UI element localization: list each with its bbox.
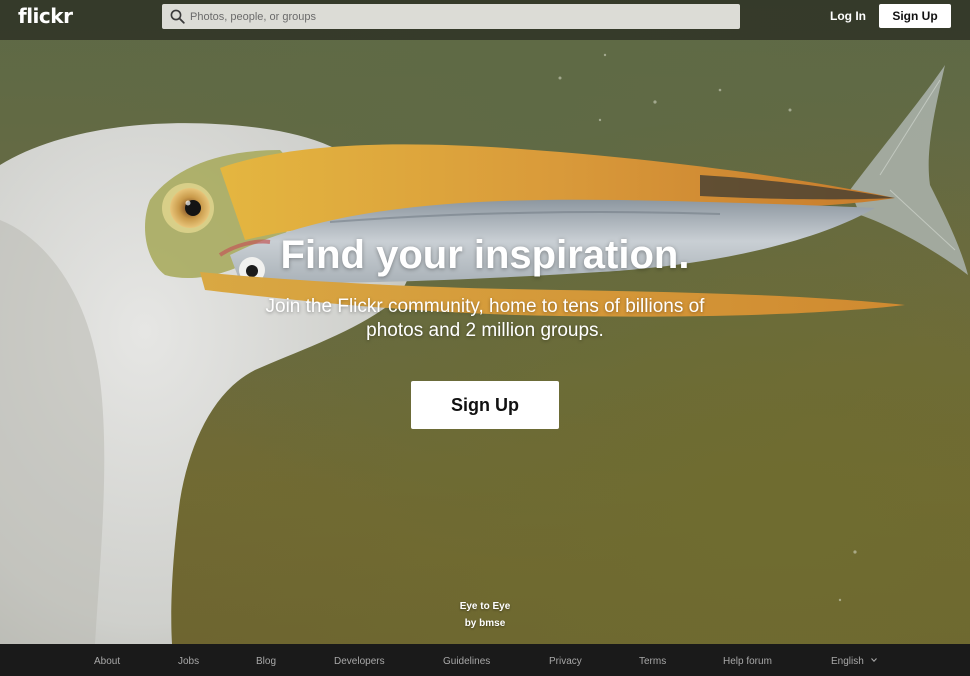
footer-link-terms[interactable]: Terms <box>639 656 666 668</box>
language-label: English <box>831 656 864 667</box>
flickr-landing-page: flickr Log In Sign Up Find your inspirat… <box>0 0 970 676</box>
top-navigation-bar: flickr Log In Sign Up <box>0 0 970 40</box>
search-box[interactable] <box>162 4 740 29</box>
footer-link-help-forum[interactable]: Help forum <box>723 656 772 668</box>
footer-link-guidelines[interactable]: Guidelines <box>443 656 490 668</box>
hero-title: Find your inspiration. <box>280 233 690 277</box>
footer-link-jobs[interactable]: Jobs <box>178 656 199 668</box>
hero-subtitle: Join the Flickr community, home to tens … <box>265 296 705 341</box>
signup-button-hero[interactable]: Sign Up <box>411 381 559 429</box>
photo-author-credit: by bmse <box>0 618 970 630</box>
footer-link-privacy[interactable]: Privacy <box>549 656 582 668</box>
language-selector[interactable]: English <box>831 656 877 668</box>
photo-title-link[interactable]: Eye to Eye <box>460 601 511 612</box>
search-input[interactable] <box>190 4 730 29</box>
chevron-down-icon <box>870 658 877 663</box>
photo-title-credit: Eye to Eye <box>0 601 970 613</box>
login-link[interactable]: Log In <box>830 9 866 23</box>
footer: About Jobs Blog Developers Guidelines Pr… <box>0 644 970 676</box>
photo-author-link[interactable]: by bmse <box>465 618 506 629</box>
footer-link-about[interactable]: About <box>94 656 120 668</box>
footer-link-developers[interactable]: Developers <box>334 656 385 668</box>
flickr-logo[interactable]: flickr <box>18 4 73 28</box>
signup-button-header[interactable]: Sign Up <box>879 4 951 28</box>
footer-link-blog[interactable]: Blog <box>256 656 276 668</box>
search-icon[interactable] <box>170 9 185 24</box>
